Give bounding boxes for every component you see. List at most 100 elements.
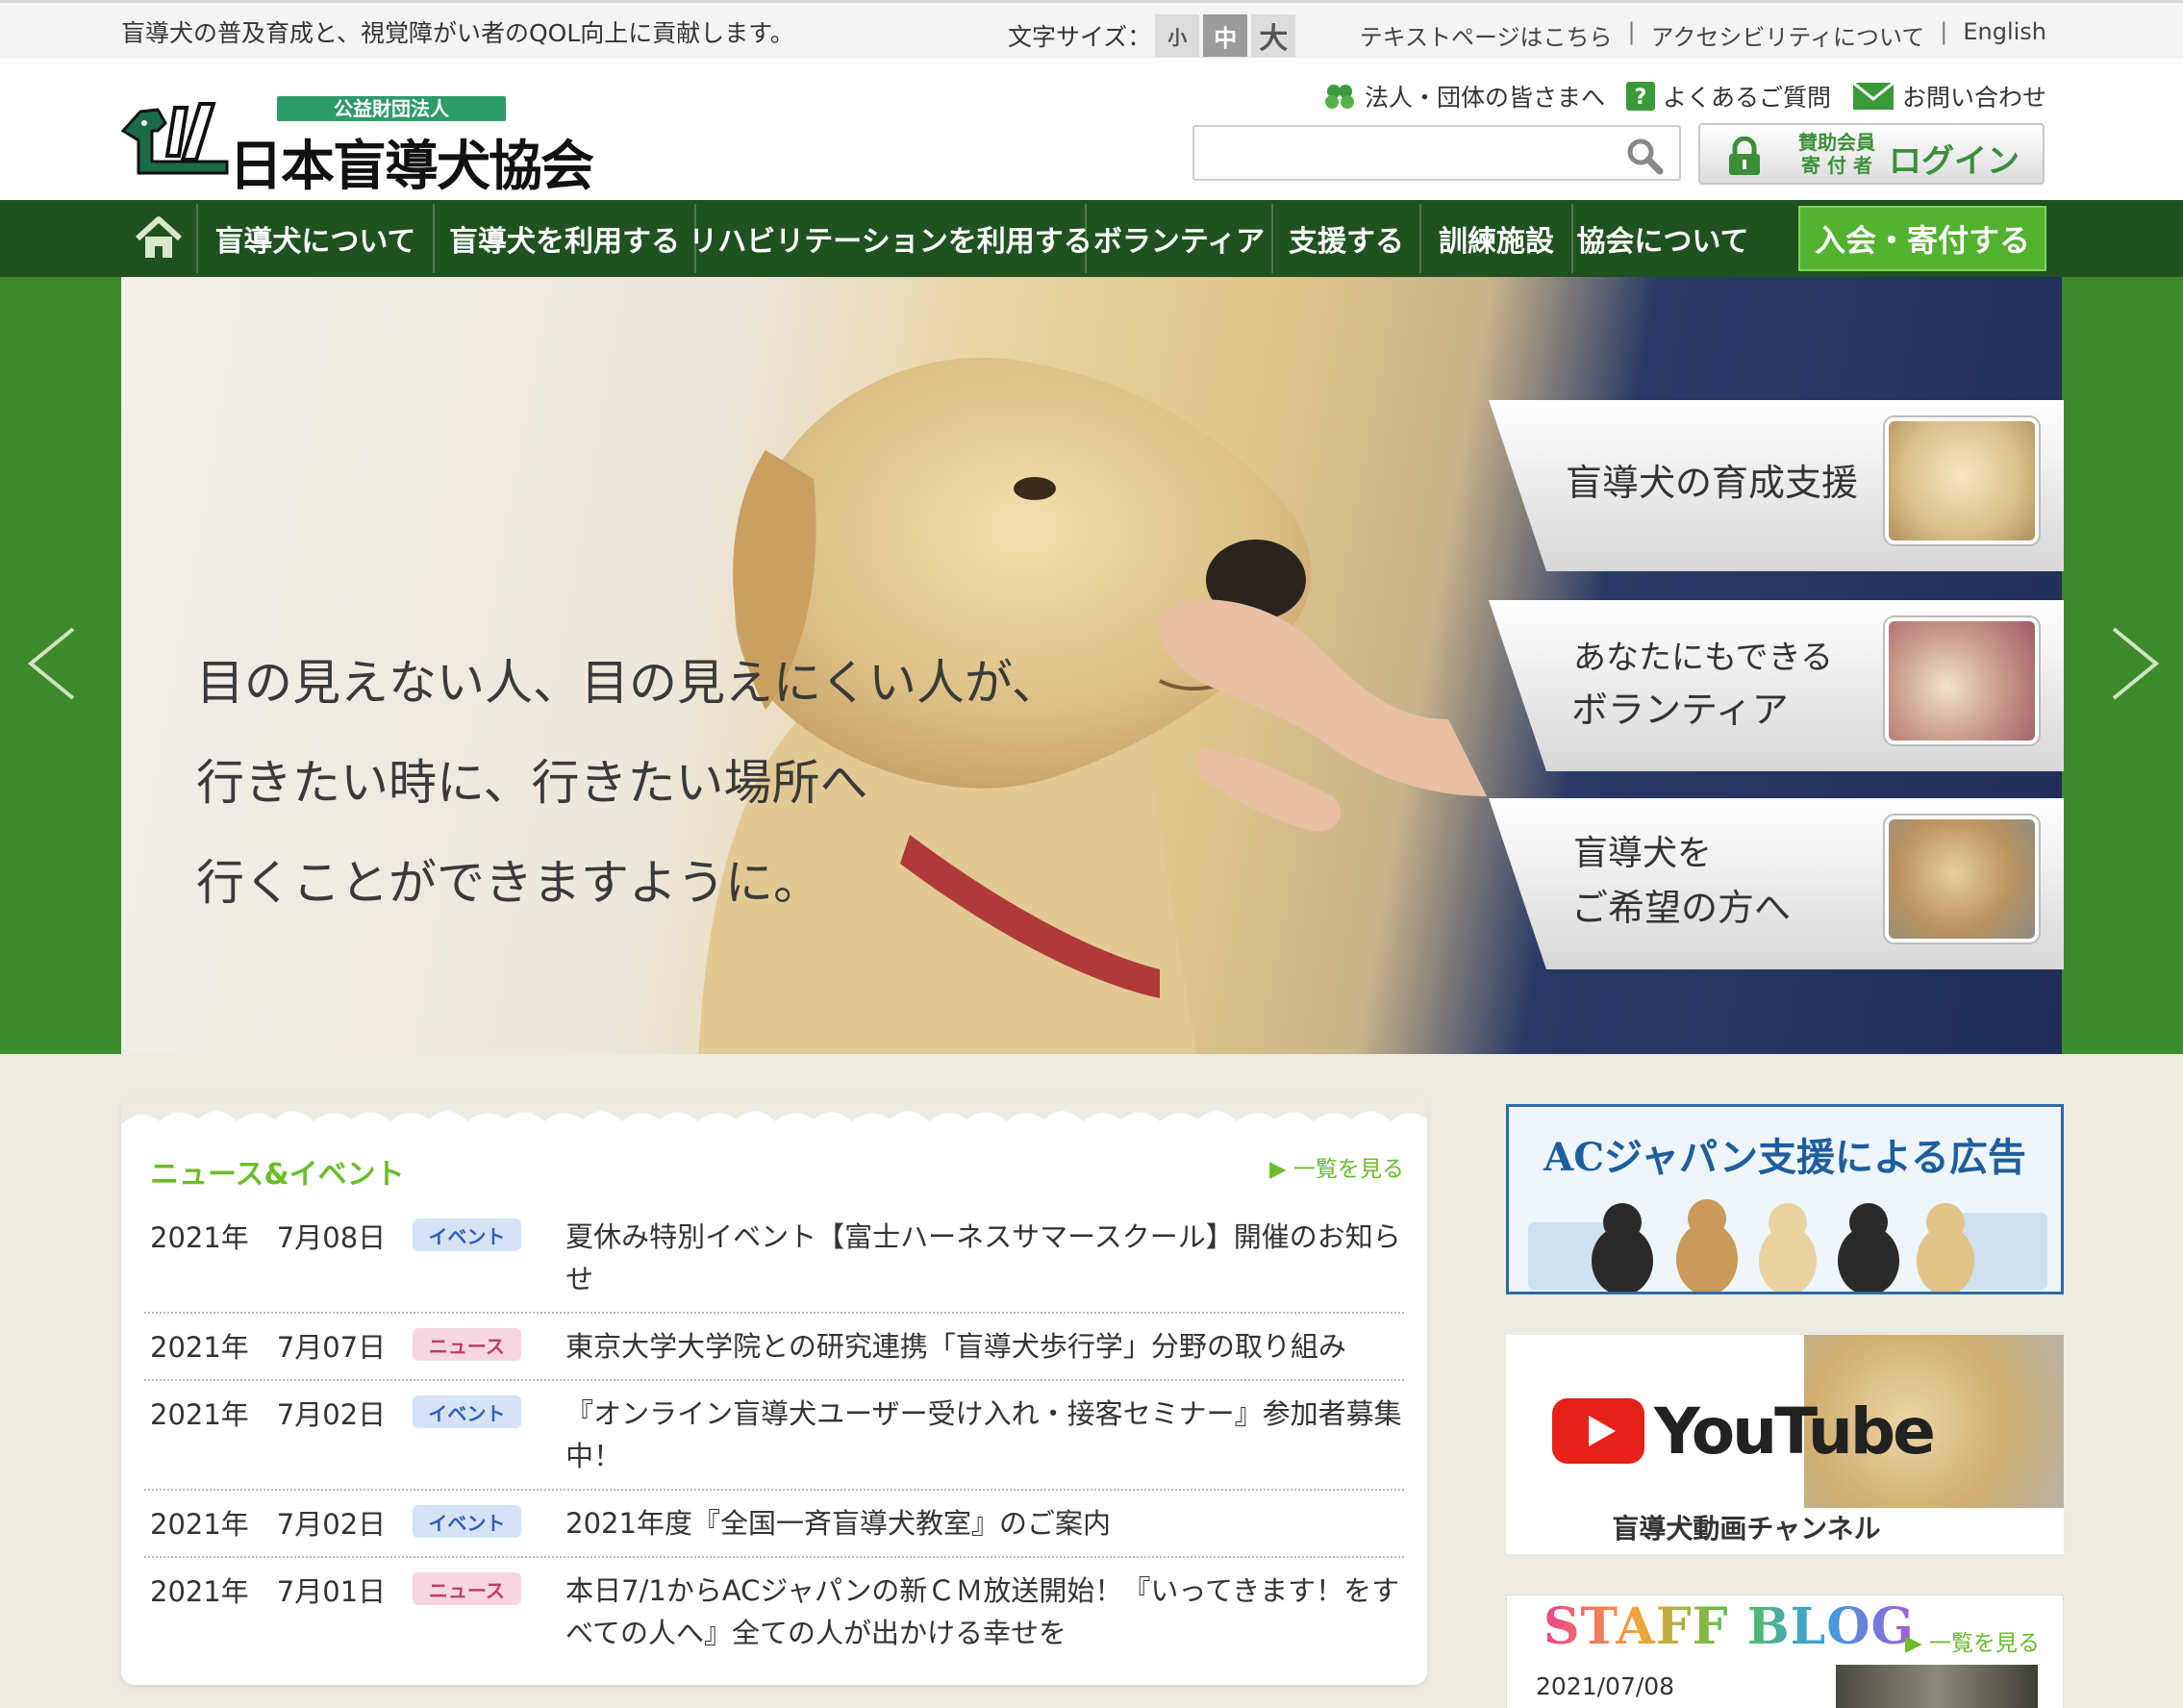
- search-input[interactable]: [1202, 133, 1606, 173]
- dogs-illustration: [1528, 1199, 2047, 1292]
- mail-icon: [1852, 82, 1894, 110]
- news-item[interactable]: 2021年 7月02日 イベント 『オンライン盲導犬ユーザー受け入れ・接客セミナ…: [144, 1381, 1404, 1491]
- contact-link[interactable]: お問い合わせ: [1852, 79, 2046, 113]
- site-search: [1192, 125, 1681, 181]
- faq-link-label: よくあるご質問: [1662, 84, 1831, 112]
- logo-name: 日本盲導犬協会: [229, 136, 594, 198]
- global-nav: 盲導犬について 盲導犬を利用する リハビリテーションを利用する ボランティア 支…: [0, 200, 2183, 277]
- news-section-title: ニュース&イベント: [150, 1158, 405, 1192]
- youtube-channel-banner[interactable]: YouTube 盲導犬動画チャンネル: [1506, 1335, 2064, 1554]
- guide-dog-logo-icon: [120, 102, 229, 175]
- news-date: 2021年 7月07日: [150, 1331, 387, 1364]
- nav-rehabilitation[interactable]: リハビリテーションを利用する: [689, 204, 1092, 273]
- header-links: 法人・団体の皆さまへ ? よくあるご質問 お問い合わせ: [1301, 79, 2046, 113]
- clover-icon: [1324, 85, 1354, 109]
- news-date: 2021年 7月02日: [150, 1508, 387, 1541]
- font-size-small-button[interactable]: 小: [1155, 14, 1200, 57]
- contact-link-label: お問い合わせ: [1901, 84, 2046, 112]
- separator: |: [1627, 18, 1636, 45]
- news-title: 本日7/1からACジャパンの新ＣＭ放送開始！『いってきます！をすべての人へ』全て…: [565, 1574, 1400, 1649]
- login-members-line: 賛助会員: [1798, 131, 1875, 154]
- font-size-switcher: 文字サイズ： 小 中 大: [1008, 14, 1296, 57]
- carousel-prev-icon[interactable]: [23, 625, 81, 702]
- home-icon: [135, 216, 183, 258]
- corporate-link[interactable]: 法人・団体の皆さまへ: [1322, 79, 1605, 113]
- news-title: 東京大学大学院との研究連携「盲導犬歩行学」分野の取り組み: [565, 1330, 1346, 1363]
- youtube-play-icon: [1552, 1398, 1644, 1464]
- news-title: 2021年度『全国一斉盲導犬教室』のご案内: [565, 1507, 1111, 1540]
- news-view-all-link[interactable]: ▶ 一覧を見る: [1269, 1150, 1404, 1183]
- news-list: 2021年 7月08日 イベント 夏休み特別イベント【富士ハーネスサマースクール…: [144, 1204, 1404, 1666]
- font-size-large-button[interactable]: 大: [1251, 14, 1296, 57]
- utility-links: テキストページはこちら | アクセシビリティについて | English: [1360, 18, 2046, 52]
- nav-support[interactable]: 支援する: [1273, 204, 1421, 273]
- text-page-link[interactable]: テキストページはこちら: [1360, 18, 1613, 52]
- accessibility-link[interactable]: アクセシビリティについて: [1651, 18, 1925, 52]
- member-login-button[interactable]: 賛助会員 寄 付 者 ログイン: [1698, 123, 2045, 185]
- svg-text:?: ?: [1635, 86, 1647, 110]
- event-badge: イベント: [412, 1218, 522, 1251]
- news-title: 『オンライン盲導犬ユーザー受け入れ・接客セミナー』参加者募集中！: [565, 1397, 1402, 1472]
- ac-japan-ad-banner[interactable]: ACジャパン支援による広告: [1506, 1104, 2064, 1294]
- youtube-wordmark: YouTube: [1654, 1394, 1936, 1469]
- ac-japan-ad-title: ACジャパン支援による広告: [1543, 1135, 2026, 1180]
- nav-about-guide-dogs[interactable]: 盲導犬について: [198, 204, 435, 273]
- font-size-label: 文字サイズ：: [1008, 23, 1152, 51]
- blog-post-date: 2021/07/08: [1536, 1672, 1675, 1700]
- login-members-line: 寄 付 者: [1801, 154, 1872, 177]
- news-title: 夏休み特別イベント【富士ハーネスサマースクール】開催のお知らせ: [565, 1220, 1401, 1295]
- utility-bar: 盲導犬の普及育成と、視覚障がい者のQOL向上に貢献します。 文字サイズ： 小 中…: [0, 0, 2183, 58]
- join-donate-button[interactable]: 入会・寄付する: [1798, 206, 2046, 271]
- event-badge: イベント: [412, 1505, 522, 1538]
- promo-label: 盲導犬を: [1573, 834, 1713, 873]
- news-item[interactable]: 2021年 7月08日 イベント 夏休み特別イベント【富士ハーネスサマースクール…: [144, 1204, 1404, 1314]
- staff-blog-title[interactable]: STAFF BLOG: [1543, 1597, 1915, 1656]
- news-item[interactable]: 2021年 7月07日 ニュース 東京大学大学院との研究連携「盲導犬歩行学」分野…: [144, 1314, 1404, 1381]
- news-badge: ニュース: [412, 1328, 522, 1361]
- promo-label: あなたにもできる: [1573, 639, 1833, 677]
- blog-post-thumbnail[interactable]: [1836, 1665, 2038, 1708]
- volunteer-thumbnail: [1885, 617, 2039, 744]
- nav-use-guide-dogs[interactable]: 盲導犬を利用する: [435, 204, 696, 273]
- hero-copy-line: 目の見えない人、目の見えにくい人が、: [196, 655, 1060, 711]
- site-tagline: 盲導犬の普及育成と、視覚障がい者のQOL向上に貢献します。: [121, 19, 794, 47]
- site-header: 公益財団法人 日本盲導犬協会 法人・団体の皆さまへ ? よくあるご質問 お問い合…: [0, 58, 2183, 200]
- promo-label: ご希望の方へ: [1571, 887, 1792, 929]
- promo-training-support[interactable]: 盲導犬の育成支援: [1489, 400, 2064, 571]
- staff-blog-title-text: STAFF BLOG: [1543, 1597, 1915, 1656]
- nav-volunteer[interactable]: ボランティア: [1087, 204, 1273, 273]
- news-date: 2021年 7月01日: [150, 1575, 387, 1608]
- staff-blog-panel: STAFF BLOG ▶ 一覧を見る 2021/07/08: [1506, 1595, 2064, 1708]
- blog-view-all-link[interactable]: ▶ 一覧を見る: [1905, 1624, 2040, 1657]
- puppy-thumbnail: [1885, 417, 2039, 544]
- search-icon[interactable]: [1625, 137, 1664, 175]
- news-item[interactable]: 2021年 7月01日 ニュース 本日7/1からACジャパンの新ＣＭ放送開始！『…: [144, 1558, 1404, 1666]
- nav-about-association[interactable]: 協会について: [1573, 204, 1752, 273]
- news-panel: ニュース&イベント ▶ 一覧を見る 2021年 7月08日 イベント 夏休み特別…: [121, 1096, 1427, 1685]
- font-size-medium-button[interactable]: 中: [1203, 14, 1248, 57]
- news-date: 2021年 7月08日: [150, 1221, 387, 1254]
- hero-copy-line: 行きたい時に、行きたい場所へ: [196, 755, 868, 811]
- hero-copy-line: 行くことができますように。: [196, 855, 821, 911]
- carousel-next-icon[interactable]: [2106, 625, 2164, 702]
- news-badge: ニュース: [412, 1572, 522, 1605]
- torn-edge-decoration: [121, 1096, 1427, 1131]
- lock-icon: [1729, 137, 1760, 175]
- faq-link[interactable]: ? よくあるご質問: [1625, 79, 1831, 113]
- hero-copy: 目の見えない人、目の見えにくい人が、 行きたい時に、行きたい場所へ 行くことがで…: [196, 633, 1060, 933]
- news-date: 2021年 7月02日: [150, 1398, 387, 1431]
- nav-home[interactable]: [121, 204, 198, 273]
- site-logo[interactable]: 公益財団法人 日本盲導犬協会: [119, 96, 594, 198]
- english-link[interactable]: English: [1963, 18, 2046, 52]
- guide-dog-thumbnail: [1885, 816, 2039, 942]
- event-badge: イベント: [412, 1395, 522, 1428]
- login-label: ログイン: [1889, 142, 2020, 181]
- nav-training-facilities[interactable]: 訓練施設: [1421, 204, 1573, 273]
- separator: |: [1940, 18, 1948, 45]
- promo-label: 盲導犬の育成支援: [1566, 462, 1859, 504]
- question-icon: ?: [1625, 82, 1655, 111]
- corporate-link-label: 法人・団体の皆さまへ: [1364, 84, 1605, 112]
- news-item[interactable]: 2021年 7月02日 イベント 2021年度『全国一斉盲導犬教室』のご案内: [144, 1491, 1404, 1558]
- promo-volunteer[interactable]: あなたにもできる ボランティア: [1489, 600, 2064, 771]
- promo-applicants[interactable]: 盲導犬を ご希望の方へ: [1489, 798, 2064, 969]
